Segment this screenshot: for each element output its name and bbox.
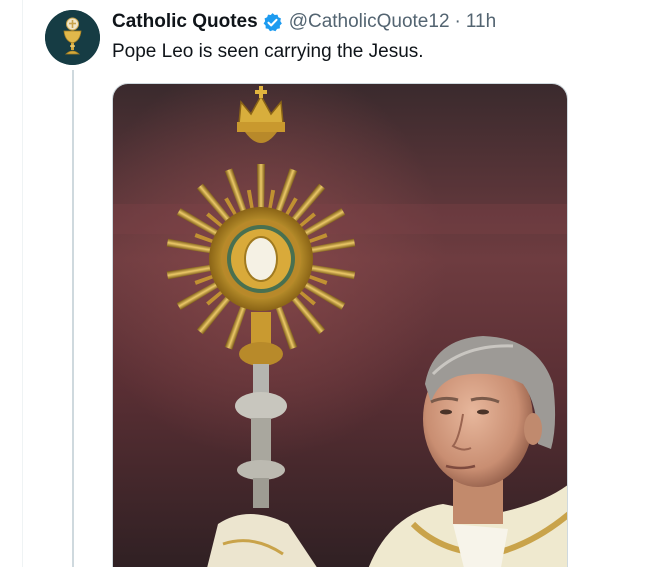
monstrance-photo xyxy=(113,84,567,567)
tweet-page: Catholic Quotes @CatholicQuote12 · 11h P… xyxy=(0,0,671,567)
thread-line xyxy=(72,70,74,567)
chalice-icon xyxy=(45,10,100,65)
avatar[interactable] xyxy=(45,10,100,65)
verified-badge-icon[interactable] xyxy=(262,12,283,33)
author-handle[interactable]: @CatholicQuote12 xyxy=(289,11,450,33)
header-separator: · xyxy=(454,11,461,32)
column-divider xyxy=(22,0,23,567)
tweet-media-photo[interactable] xyxy=(112,83,568,567)
author-display-name[interactable]: Catholic Quotes xyxy=(112,11,258,33)
tweet-timestamp[interactable]: 11h xyxy=(466,11,496,33)
tweet-header: Catholic Quotes @CatholicQuote12 · 11h xyxy=(112,9,496,35)
tweet-text: Pope Leo is seen carrying the Jesus. xyxy=(112,41,424,62)
